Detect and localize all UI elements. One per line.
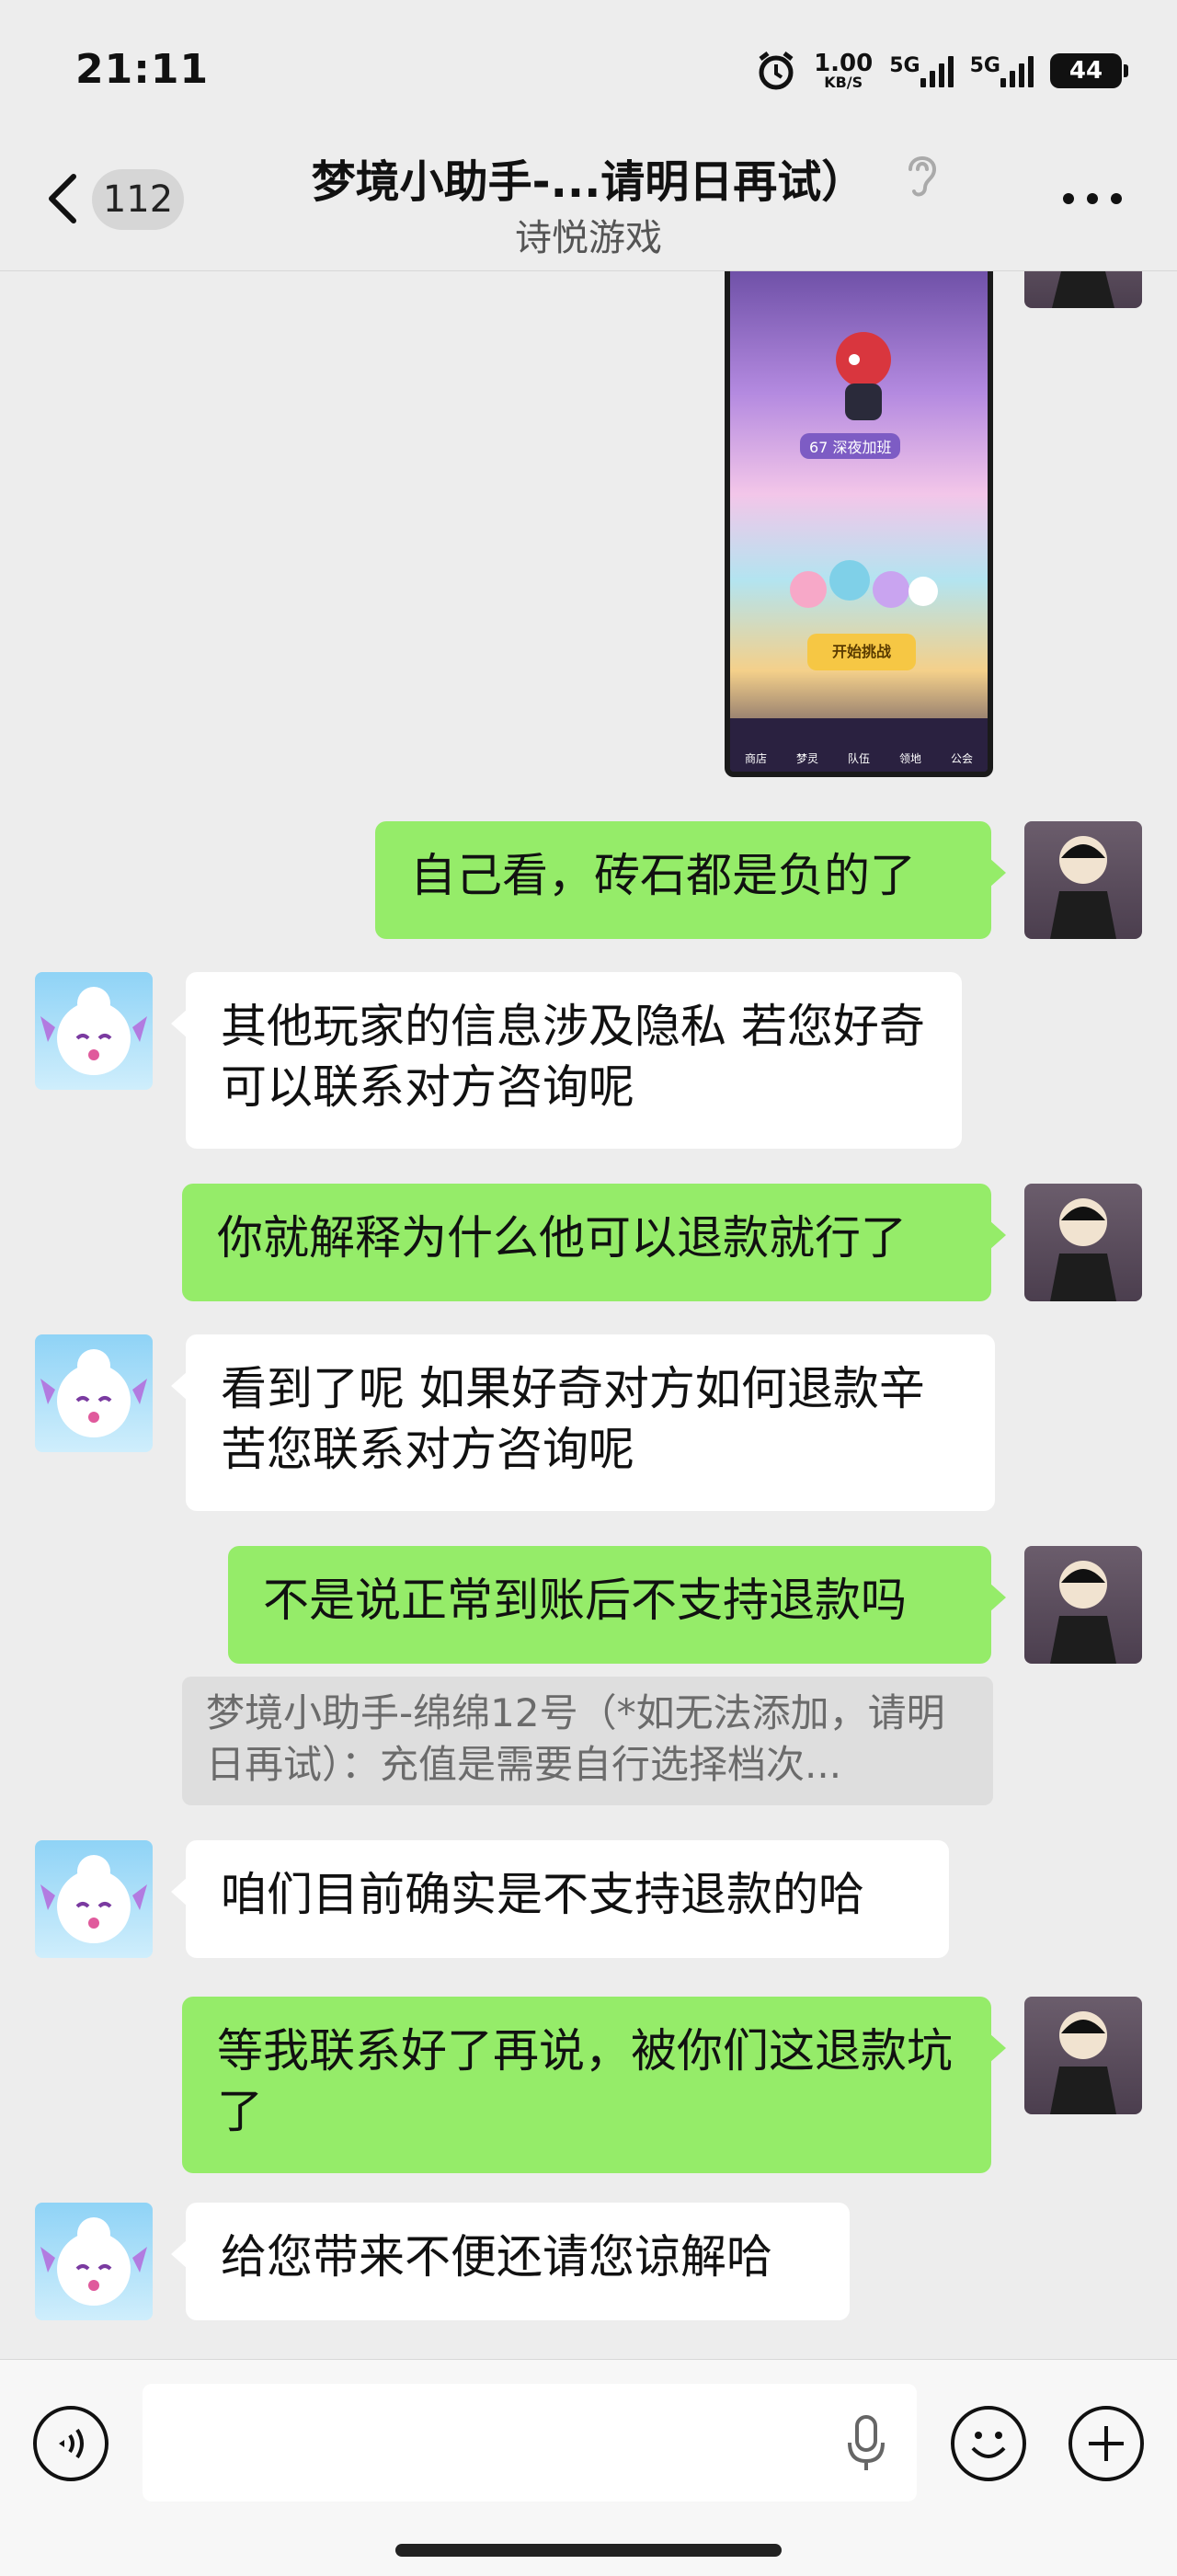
voice-icon[interactable] [33, 2406, 109, 2481]
screenshot-nav-item: 队伍 [847, 752, 870, 765]
battery-level: 44 [1068, 57, 1103, 85]
message-bubble-sent[interactable]: 不是说正常到账后不支持退款吗 [228, 1546, 1006, 1664]
message-bubble-sent[interactable]: 你就解释为什么他可以退款就行了 [182, 1184, 1006, 1301]
screenshot-nav-item: 公会 [950, 752, 973, 765]
mic-icon[interactable] [839, 2411, 894, 2476]
message-bubble-sent[interactable]: 自己看，砖石都是负的了 [375, 821, 1006, 939]
net-speed: 1.00 KB/S [814, 52, 873, 90]
screenshot-nav-item: 梦灵 [795, 752, 818, 765]
bot-avatar[interactable] [35, 1334, 153, 1452]
game-characters-group [790, 560, 938, 608]
network-type-1: 5G [889, 54, 920, 77]
ear-icon [908, 156, 937, 197]
my-avatar[interactable] [1024, 271, 1142, 308]
bot-avatar[interactable] [35, 1840, 153, 1958]
more-icon[interactable] [1063, 193, 1122, 204]
signal-1: 5G [889, 54, 954, 87]
screenshot-nav-item: 领地 [898, 752, 921, 765]
chat-title: 梦境小助手-...请明日再试） [311, 156, 866, 208]
alarm-icon [759, 52, 794, 90]
input-bar [0, 2359, 1177, 2576]
net-speed-unit: KB/S [824, 74, 863, 91]
screenshot-level-tag: 67 深夜加班 [800, 433, 901, 459]
message-input[interactable] [143, 2384, 917, 2502]
chat-messages[interactable]: 67 深夜加班 开始挑战 商店 梦灵 队伍 领地 公会 自己看，砖石都是负的了 … [0, 271, 1177, 2359]
status-bar: 21:11 1.00 KB/S 5G 5G 44 [0, 0, 1177, 138]
my-avatar[interactable] [1024, 1184, 1142, 1301]
bot-avatar[interactable] [35, 972, 153, 1090]
signal-2: 5G [970, 54, 1034, 87]
screenshot-nav-item: 商店 [744, 752, 767, 765]
home-indicator[interactable] [395, 2544, 782, 2557]
bot-avatar[interactable] [35, 2203, 153, 2320]
message-bubble-received[interactable]: 看到了呢 如果好奇对方如何退款辛苦您联系对方咨询呢 [171, 1334, 995, 1511]
message-bubble-received[interactable]: 给您带来不便还请您谅解哈 [171, 2203, 850, 2320]
my-avatar[interactable] [1024, 1546, 1142, 1664]
status-time: 21:11 [75, 46, 210, 93]
status-icons: 1.00 KB/S 5G 5G 44 [755, 48, 1128, 94]
signal-bars-icon [1000, 54, 1034, 87]
message-bubble-received[interactable]: 咱们目前确实是不支持退款的哈 [171, 1840, 949, 1958]
screenshot-image[interactable]: 67 深夜加班 开始挑战 商店 梦灵 队伍 领地 公会 [725, 271, 993, 777]
net-speed-value: 1.00 [814, 50, 874, 77]
screenshot-nav: 商店 梦灵 队伍 领地 公会 [730, 718, 988, 772]
plus-icon[interactable] [1068, 2406, 1144, 2481]
quoted-message[interactable]: 梦境小助手-绵绵12号（*如无法添加，请明日再试）：充值是需要自行选择档次... [182, 1677, 993, 1805]
emoji-icon[interactable] [951, 2406, 1026, 2481]
chat-subtitle: 诗悦游戏 [515, 217, 662, 259]
chat-header: 112 梦境小助手-...请明日再试） 诗悦游戏 [0, 138, 1177, 271]
my-avatar[interactable] [1024, 1997, 1142, 2114]
message-bubble-sent[interactable]: 等我联系好了再说，被你们这退款坑了 [182, 1997, 1006, 2173]
battery-icon: 44 [1050, 53, 1128, 88]
message-bubble-received[interactable]: 其他玩家的信息涉及隐私 若您好奇 可以联系对方咨询呢 [171, 972, 962, 1149]
game-character-image [836, 332, 891, 420]
screenshot-start-button: 开始挑战 [807, 634, 916, 670]
network-type-2: 5G [969, 54, 1000, 77]
my-avatar[interactable] [1024, 821, 1142, 939]
signal-bars-icon [920, 54, 954, 87]
